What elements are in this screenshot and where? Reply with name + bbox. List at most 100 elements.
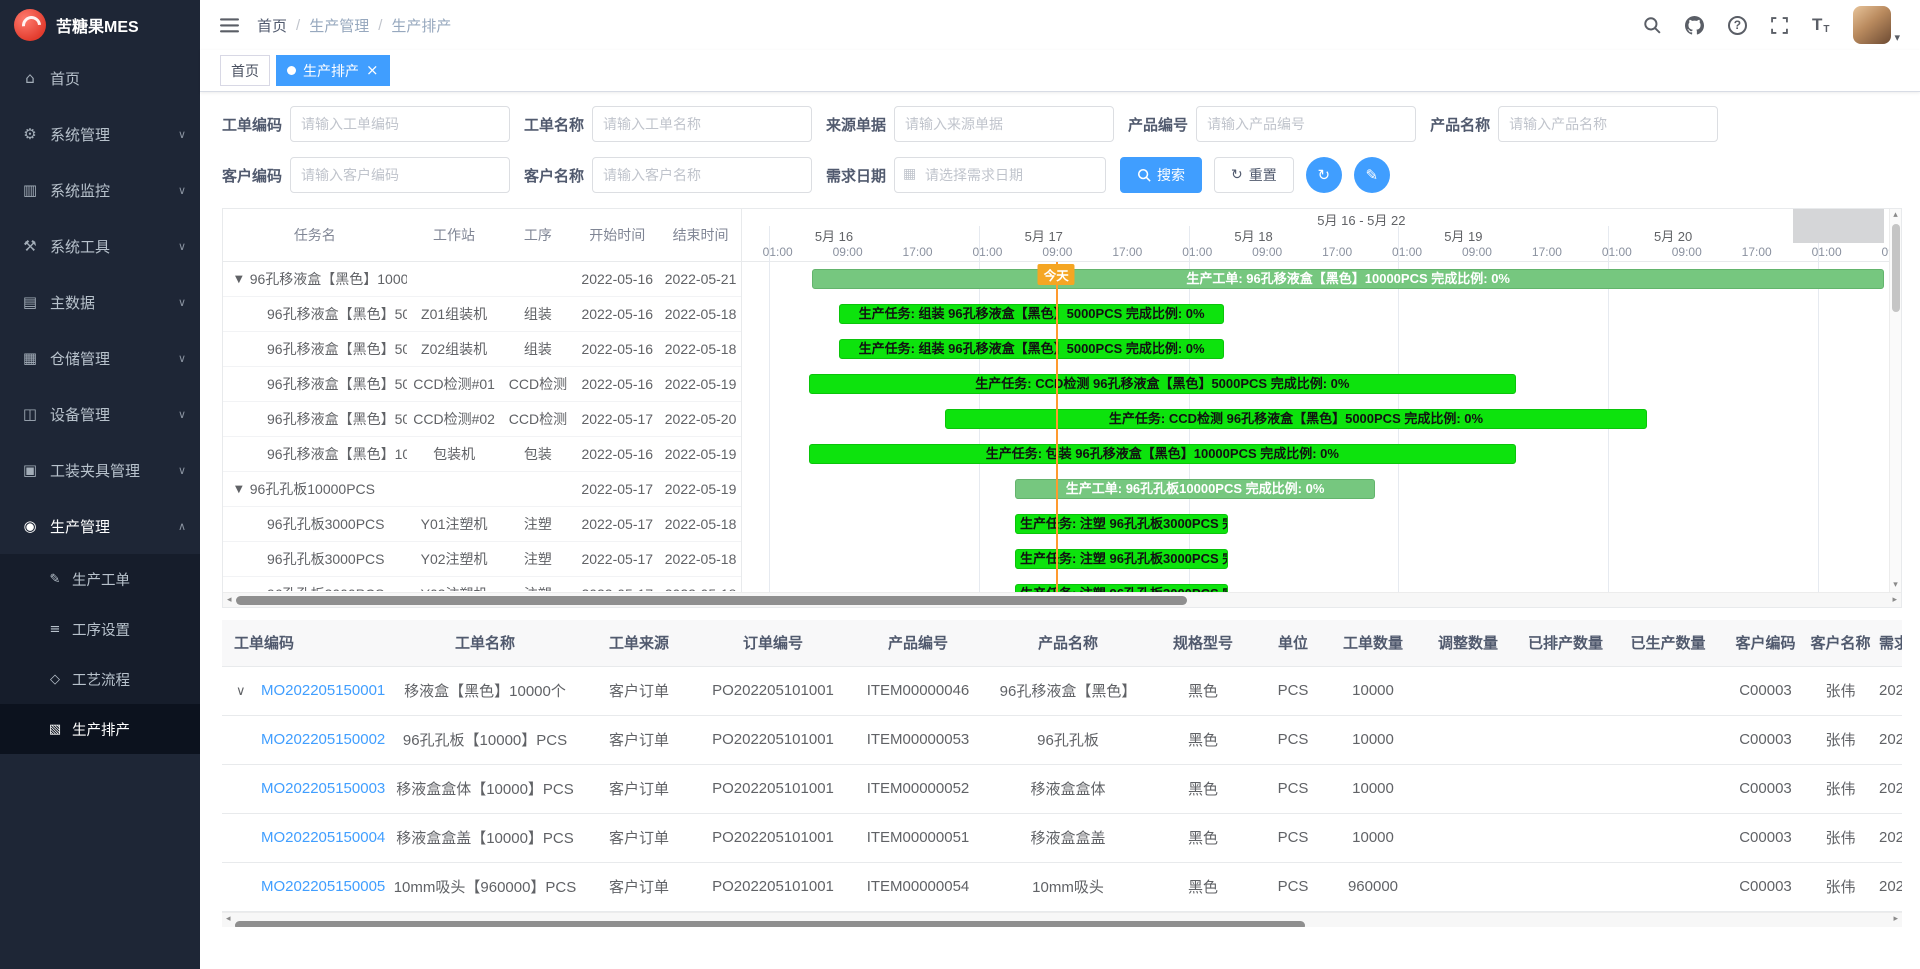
gantt-horizontal-scroll-thumb[interactable]	[236, 596, 1188, 605]
task-bar[interactable]: 生产任务: 注塑 96孔孔板3000PCS 完成比例: 0%	[1015, 514, 1228, 534]
home-icon: ⌂	[20, 69, 40, 87]
gantt-vertical-scrollbar[interactable]: ▴ ▾	[1889, 209, 1901, 592]
tab-home[interactable]: 首页	[220, 55, 270, 86]
scroll-right-arrow-icon[interactable]: ▸	[1893, 915, 1898, 924]
sidebar-item-warehouse-mgmt[interactable]: ▦仓储管理∨	[0, 330, 200, 386]
gantt-task-row[interactable]: 96孔移液盒【黑色】10000PCS包装机包装2022-05-162022-05…	[223, 437, 741, 472]
order-cell: 移液盒盒体	[988, 764, 1148, 813]
customer-name-input[interactable]	[592, 157, 812, 193]
sidebar-item-system-tools[interactable]: ⚒系统工具∨	[0, 218, 200, 274]
vertical-scroll-thumb[interactable]	[1892, 224, 1900, 312]
demand-date-input[interactable]	[894, 157, 1106, 193]
sidebar-item-system-monitor[interactable]: ▥系统监控∨	[0, 162, 200, 218]
sidebar-item-label: 生产管理	[50, 516, 110, 537]
sidebar-item-master-data[interactable]: ▤主数据∨	[0, 274, 200, 330]
task-bar[interactable]: 生产任务: 包装 96孔移液盒【黑色】10000PCS 完成比例: 0%	[809, 444, 1517, 464]
user-menu[interactable]: ▾	[1853, 6, 1900, 44]
reset-button[interactable]: ↻ 重置	[1214, 157, 1294, 193]
edit-schedule-button[interactable]: ✎	[1354, 157, 1390, 193]
order-cell	[1518, 813, 1613, 862]
sidebar-item-production-scheduling[interactable]: ▧生产排产	[0, 704, 200, 754]
gantt-task-row[interactable]: ▼96孔孔板10000PCS2022-05-172022-05-19	[223, 472, 741, 507]
gantt-horizontal-scrollbar[interactable]: ◂ ▸	[223, 592, 1901, 607]
work-order-link[interactable]: MO202205150004	[261, 829, 385, 846]
orders-horizontal-scrollbar[interactable]: ◂ ▸	[222, 912, 1902, 927]
sidebar-item-fixture-mgmt[interactable]: ▣工装夹具管理∨	[0, 442, 200, 498]
source-doc-input[interactable]	[894, 106, 1114, 142]
task-bar[interactable]: 生产任务: 组装 96孔移液盒【黑色】5000PCS 完成比例: 0%	[839, 304, 1223, 324]
gantt-task-row[interactable]: 96孔孔板3000PCSY03注塑机注塑2022-05-172022-05-18	[223, 577, 741, 591]
sidebar-toggle-button[interactable]	[220, 16, 239, 35]
product-name-input-wrap	[1498, 106, 1718, 142]
work-order-link[interactable]: MO202205150001	[261, 682, 385, 699]
source-doc-input-wrap	[894, 106, 1114, 142]
fullscreen-icon[interactable]	[1771, 17, 1788, 34]
sidebar-item-label: 仓储管理	[50, 348, 110, 369]
scroll-up-arrow-icon[interactable]: ▴	[1893, 209, 1898, 222]
product-name-input[interactable]	[1498, 106, 1718, 142]
work-order-link[interactable]: MO202205150002	[261, 731, 385, 748]
refresh-gantt-button[interactable]: ↻	[1306, 157, 1342, 193]
row-collapse-icon[interactable]: ▼	[235, 484, 243, 495]
gantt-task-row[interactable]: 96孔移液盒【黑色】5000PCSZ02组装机组装2022-05-162022-…	[223, 332, 741, 367]
sidebar-item-process-flow[interactable]: ◇工艺流程	[0, 654, 200, 704]
tab-production-scheduling[interactable]: 生产排产×	[276, 55, 390, 86]
gantt-panel: 任务名工作站工序开始时间结束时间 ▼96孔移液盒【黑色】10000PCS2022…	[222, 208, 1902, 608]
breadcrumb-item[interactable]: 生产管理	[309, 15, 369, 36]
task-process: 包装	[502, 444, 575, 464]
sidebar-item-label: 工序设置	[72, 619, 130, 640]
app-logo[interactable]: 苦糖果MES	[0, 0, 200, 50]
scroll-down-arrow-icon[interactable]: ▾	[1893, 579, 1898, 592]
order-row: MO202205150003移液盒盒体【10000】PCS客户订单PO20220…	[222, 764, 1902, 813]
work-order-bar[interactable]: 生产工单: 96孔孔板10000PCS 完成比例: 0%	[1015, 479, 1375, 499]
hour-label: 01:00	[972, 245, 1002, 259]
sidebar-item-production-order[interactable]: ✎生产工单	[0, 554, 200, 604]
breadcrumb-item[interactable]: 首页	[257, 15, 287, 36]
product-code-input[interactable]	[1196, 106, 1416, 142]
task-bar[interactable]: 生产任务: 组装 96孔移液盒【黑色】5000PCS 完成比例: 0%	[839, 339, 1223, 359]
tab-close-icon[interactable]: ×	[366, 63, 379, 78]
task-name: 96孔移液盒【黑色】5000PCS	[267, 339, 407, 359]
order-code-input[interactable]	[290, 106, 510, 142]
sidebar-item-system-mgmt[interactable]: ⚙系统管理∨	[0, 106, 200, 162]
gantt-task-row[interactable]: 96孔移液盒【黑色】5000PCSCCD检测#01CCD检测2022-05-16…	[223, 367, 741, 402]
gantt-task-row[interactable]: 96孔孔板3000PCSY02注塑机注塑2022-05-172022-05-18	[223, 542, 741, 577]
orders-column-header: 产品名称	[988, 620, 1148, 666]
gantt-bar-row: 生产任务: CCD检测 96孔移液盒【黑色】5000PCS 完成比例: 0%	[742, 367, 1889, 402]
sidebar-item-equipment-mgmt[interactable]: ◫设备管理∨	[0, 386, 200, 442]
orders-horizontal-scroll-thumb[interactable]	[235, 921, 1305, 927]
task-bar[interactable]: 生产任务: CCD检测 96孔移液盒【黑色】5000PCS 完成比例: 0%	[809, 374, 1517, 394]
customer-code-input[interactable]	[290, 157, 510, 193]
sidebar-item-home[interactable]: ⌂首页	[0, 50, 200, 106]
task-bar[interactable]: 生产任务: CCD检测 96孔移液盒【黑色】5000PCS 完成比例: 0%	[945, 409, 1647, 429]
task-bar[interactable]: 生产任务: 注塑 96孔孔板3000PCS 完成比例: 0%	[1015, 549, 1228, 569]
scroll-left-arrow-icon[interactable]: ◂	[226, 915, 231, 924]
help-icon[interactable]: ?	[1728, 16, 1747, 35]
hour-label: 09:00	[1462, 245, 1492, 259]
order-name-input[interactable]	[592, 106, 812, 142]
sidebar-item-process-setting[interactable]: ≡工序设置	[0, 604, 200, 654]
row-expand-icon[interactable]: ∨	[236, 684, 252, 699]
row-collapse-icon[interactable]: ▼	[235, 274, 243, 285]
sidebar-item-production-mgmt[interactable]: ◉生产管理∧	[0, 498, 200, 554]
gantt-task-row[interactable]: 96孔孔板3000PCSY01注塑机注塑2022-05-172022-05-18	[223, 507, 741, 542]
app-layout: 苦糖果MES ⌂首页⚙系统管理∨▥系统监控∨⚒系统工具∨▤主数据∨▦仓储管理∨◫…	[0, 0, 1920, 969]
work-order-bar[interactable]: 生产工单: 96孔移液盒【黑色】10000PCS 完成比例: 0%	[812, 269, 1884, 289]
font-size-icon[interactable]: TT	[1812, 15, 1830, 35]
gantt-task-row[interactable]: 96孔移液盒【黑色】5000PCSCCD检测#02CCD检测2022-05-17…	[223, 402, 741, 437]
search-icon[interactable]	[1643, 16, 1661, 34]
task-name-cell: 96孔移液盒【黑色】10000PCS	[223, 444, 407, 464]
work-order-link[interactable]: MO202205150003	[261, 780, 385, 797]
work-order-link[interactable]: MO202205150005	[261, 878, 385, 895]
warehouse-mgmt-icon: ▦	[20, 349, 40, 367]
order-cell: 202	[1873, 715, 1902, 764]
task-bar[interactable]: 生产任务: 注塑 96孔孔板3000PCS 完成比例: 0%	[1015, 584, 1228, 592]
gantt-task-row[interactable]: ▼96孔移液盒【黑色】10000PCS2022-05-162022-05-21	[223, 262, 741, 297]
avatar[interactable]	[1853, 6, 1891, 44]
scroll-right-arrow-icon[interactable]: ▸	[1892, 596, 1897, 605]
scroll-left-arrow-icon[interactable]: ◂	[227, 596, 232, 605]
order-cell: 移液盒盒盖	[988, 813, 1148, 862]
search-button[interactable]: 搜索	[1120, 157, 1202, 193]
gantt-task-row[interactable]: 96孔移液盒【黑色】5000PCSZ01组装机组装2022-05-162022-…	[223, 297, 741, 332]
github-icon[interactable]	[1685, 16, 1704, 35]
